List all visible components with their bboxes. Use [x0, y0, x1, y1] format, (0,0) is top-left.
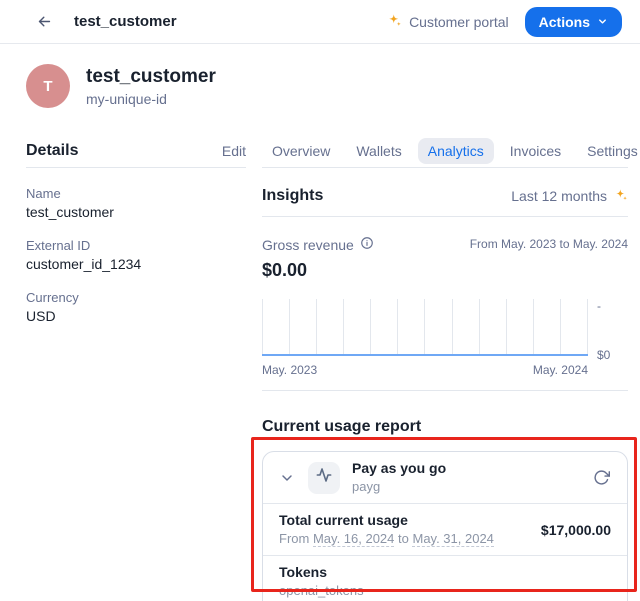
y-axis-top-label: - [597, 299, 601, 313]
period-start-date[interactable]: May. 16, 2024 [313, 531, 394, 547]
customer-unique-id: my-unique-id [86, 91, 216, 107]
total-usage-amount: $17,000.00 [541, 522, 611, 538]
collapse-chevron-icon[interactable] [279, 470, 295, 486]
chart-y-axis: - $0 [588, 299, 628, 362]
plan-header-row: Pay as you go payg [263, 452, 627, 503]
refresh-icon[interactable] [593, 469, 611, 487]
tab-analytics[interactable]: Analytics [418, 138, 494, 164]
section-divider [262, 390, 628, 391]
customer-portal-label: Customer portal [409, 14, 509, 30]
period-selector[interactable]: Last 12 months [511, 188, 628, 205]
insights-title: Insights [262, 187, 323, 205]
details-title: Details [26, 142, 78, 160]
metric-info: Tokens openai_tokens [279, 564, 611, 599]
field-value: test_customer [26, 204, 246, 220]
metric-name: Tokens [279, 564, 611, 581]
chart-plot-area: May. 2023 May. 2024 [262, 299, 588, 377]
tab-settings[interactable]: Settings [577, 138, 640, 164]
gross-revenue-range: From May. 2023 to May. 2024 [470, 236, 628, 251]
back-arrow-icon[interactable] [34, 12, 54, 32]
details-header: Details Edit [26, 134, 246, 168]
tab-invoices[interactable]: Invoices [500, 138, 571, 164]
tab-overview[interactable]: Overview [262, 138, 340, 164]
top-bar: test_customer Customer portal Actions [0, 0, 640, 44]
customer-header: T test_customer my-unique-id [26, 64, 614, 108]
detail-field-name: Name test_customer [26, 186, 246, 220]
detail-field-external-id: External ID customer_id_1234 [26, 238, 246, 272]
customer-identity: test_customer my-unique-id [86, 65, 216, 108]
gross-revenue-value: $0.00 [262, 260, 628, 281]
gross-revenue-label-group: Gross revenue [262, 236, 374, 253]
gross-revenue-label: Gross revenue [262, 237, 354, 253]
y-axis-zero-label: $0 [597, 348, 610, 362]
metric-row: Tokens openai_tokens [263, 555, 627, 601]
period-label: Last 12 months [511, 188, 607, 204]
actions-button[interactable]: Actions [525, 7, 622, 37]
sparkle-icon [614, 188, 628, 205]
field-label: External ID [26, 238, 246, 253]
details-panel: Details Edit Name test_customer External… [26, 134, 246, 324]
total-usage-period: From May. 16, 2024 to May. 31, 2024 [279, 531, 529, 547]
customer-portal-link[interactable]: Customer portal [387, 13, 509, 31]
actions-button-label: Actions [539, 14, 590, 30]
chart-gridlines [262, 299, 588, 356]
edit-button[interactable]: Edit [222, 143, 246, 159]
page-title: test_customer [74, 13, 371, 30]
x-axis-start-label: May. 2023 [262, 363, 317, 377]
gross-revenue-header: Gross revenue From May. 2023 to May. 202… [262, 236, 628, 253]
avatar-initial: T [43, 78, 52, 95]
plan-tile [308, 462, 340, 494]
tab-bar: Overview Wallets Analytics Invoices Sett… [262, 134, 628, 168]
plan-identity: Pay as you go payg [352, 460, 581, 495]
chevron-down-icon [597, 14, 608, 30]
plan-name: Pay as you go [352, 460, 581, 477]
customer-name: test_customer [86, 65, 216, 89]
insights-header: Insights Last 12 months [262, 187, 628, 217]
chart-x-axis: May. 2023 May. 2024 [262, 363, 588, 377]
gross-revenue-chart: May. 2023 May. 2024 - $0 [262, 299, 628, 377]
avatar: T [26, 64, 70, 108]
info-icon[interactable] [360, 236, 374, 253]
tab-wallets[interactable]: Wallets [346, 138, 411, 164]
period-end-date[interactable]: May. 31, 2024 [412, 531, 493, 547]
field-label: Currency [26, 290, 246, 305]
total-usage-info: Total current usage From May. 16, 2024 t… [279, 512, 529, 547]
field-label: Name [26, 186, 246, 201]
activity-pulse-icon [316, 467, 332, 488]
total-usage-row: Total current usage From May. 16, 2024 t… [263, 503, 627, 555]
detail-field-currency: Currency USD [26, 290, 246, 324]
plan-code: payg [352, 479, 581, 495]
period-connector: to [398, 531, 409, 546]
total-usage-label: Total current usage [279, 512, 529, 529]
sparkle-icon [387, 13, 402, 31]
usage-report-title: Current usage report [262, 418, 628, 436]
field-value: USD [26, 308, 246, 324]
field-value: customer_id_1234 [26, 256, 246, 272]
period-prefix: From [279, 531, 309, 546]
x-axis-end-label: May. 2024 [533, 363, 588, 377]
usage-plan-card: Pay as you go payg Total current usage F… [262, 451, 628, 601]
main-content: Details Edit Name test_customer External… [0, 134, 640, 601]
metric-code: openai_tokens [279, 583, 611, 599]
usage-report-section: Pay as you go payg Total current usage F… [262, 451, 628, 601]
analytics-panel: Overview Wallets Analytics Invoices Sett… [262, 134, 628, 601]
